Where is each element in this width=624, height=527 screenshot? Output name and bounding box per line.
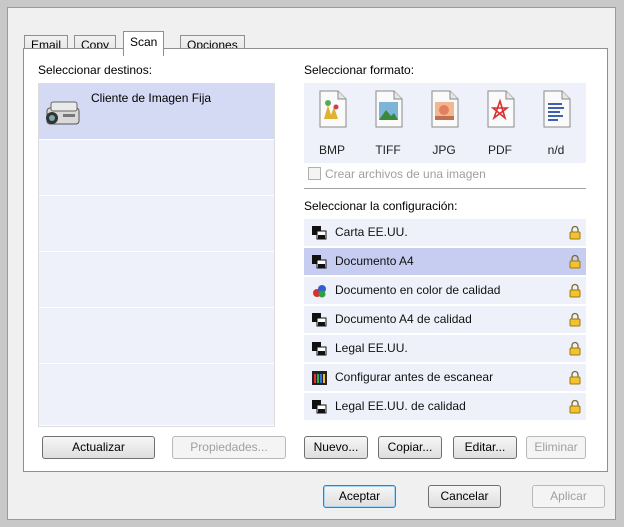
destination-empty-row — [39, 252, 274, 308]
tab-scan[interactable]: Scan — [123, 31, 165, 56]
configure-icon — [312, 371, 327, 385]
tiff-file-icon[interactable] — [370, 89, 406, 129]
dialog-window: Email Copy Scan Opciones Seleccionar des… — [7, 7, 616, 520]
format-label-bmp: BMP — [318, 143, 345, 157]
format-label-pdf: PDF — [488, 143, 512, 157]
config-item-legal[interactable]: Legal EE.UU. — [304, 335, 586, 362]
format-list: BMP TIFF JPG PDF n/d — [304, 83, 586, 163]
destinations-heading: Seleccionar destinos: — [38, 63, 153, 77]
bw-document-icon — [312, 342, 327, 356]
single-image-label: Crear archivos de una imagen — [325, 167, 486, 181]
new-button[interactable]: Nuevo... — [304, 436, 368, 459]
config-item-configurar[interactable]: Configurar antes de escanear — [304, 364, 586, 391]
update-button[interactable]: Actualizar — [42, 436, 155, 459]
color-document-icon — [313, 285, 326, 298]
destination-empty-row — [39, 364, 274, 426]
bmp-file-icon[interactable] — [314, 89, 350, 129]
config-label: Documento A4 — [335, 254, 414, 268]
lock-icon — [569, 370, 581, 385]
destination-empty-row — [39, 308, 274, 364]
scan-panel: Seleccionar destinos: Cliente de Imagen … — [23, 48, 608, 472]
config-item-documento-a4[interactable]: Documento A4 — [304, 248, 586, 275]
format-label-tiff: TIFF — [375, 143, 401, 157]
config-label: Legal EE.UU. de calidad — [335, 399, 466, 413]
properties-button[interactable]: Propiedades... — [172, 436, 286, 459]
config-label: Legal EE.UU. — [335, 341, 408, 355]
destinations-list[interactable]: Cliente de Imagen Fija — [38, 83, 275, 427]
delete-button[interactable]: Eliminar — [526, 436, 586, 459]
lock-icon — [569, 225, 581, 240]
config-item-documento-a4-calidad[interactable]: Documento A4 de calidad — [304, 306, 586, 333]
cancel-button[interactable]: Cancelar — [428, 485, 501, 508]
bw-document-icon — [312, 226, 327, 240]
lock-icon — [569, 399, 581, 414]
copy-button[interactable]: Copiar... — [378, 436, 442, 459]
single-image-checkbox[interactable] — [308, 167, 321, 180]
config-label: Configurar antes de escanear — [335, 370, 494, 384]
configuration-heading: Seleccionar la configuración: — [304, 199, 458, 213]
lock-icon — [569, 312, 581, 327]
config-item-documento-color[interactable]: Documento en color de calidad — [304, 277, 586, 304]
separator — [304, 188, 586, 189]
destination-label: Cliente de Imagen Fija — [91, 91, 212, 105]
pdf-file-icon[interactable] — [482, 89, 518, 129]
format-label-nd: n/d — [547, 143, 565, 157]
jpg-file-icon[interactable] — [426, 89, 462, 129]
text-file-icon[interactable] — [538, 89, 574, 129]
bw-document-icon — [312, 313, 327, 327]
lock-icon — [569, 341, 581, 356]
lock-icon — [569, 283, 581, 298]
config-item-legal-calidad[interactable]: Legal EE.UU. de calidad — [304, 393, 586, 420]
apply-button[interactable]: Aplicar — [532, 485, 605, 508]
format-label-jpg: JPG — [432, 143, 456, 157]
ok-button[interactable]: Aceptar — [323, 485, 396, 508]
format-heading: Seleccionar formato: — [304, 63, 415, 77]
config-item-carta[interactable]: Carta EE.UU. — [304, 219, 586, 246]
config-label: Documento A4 de calidad — [335, 312, 472, 326]
destination-item[interactable]: Cliente de Imagen Fija — [39, 84, 274, 140]
lock-icon — [569, 254, 581, 269]
single-image-checkbox-row: Crear archivos de una imagen — [308, 167, 486, 181]
bw-document-icon — [312, 400, 327, 414]
destination-empty-row — [39, 196, 274, 252]
edit-button[interactable]: Editar... — [453, 436, 517, 459]
scanner-icon — [46, 101, 80, 125]
config-label: Carta EE.UU. — [335, 225, 408, 239]
destination-empty-row — [39, 140, 274, 196]
config-label: Documento en color de calidad — [335, 283, 501, 297]
bw-document-icon — [312, 255, 327, 269]
